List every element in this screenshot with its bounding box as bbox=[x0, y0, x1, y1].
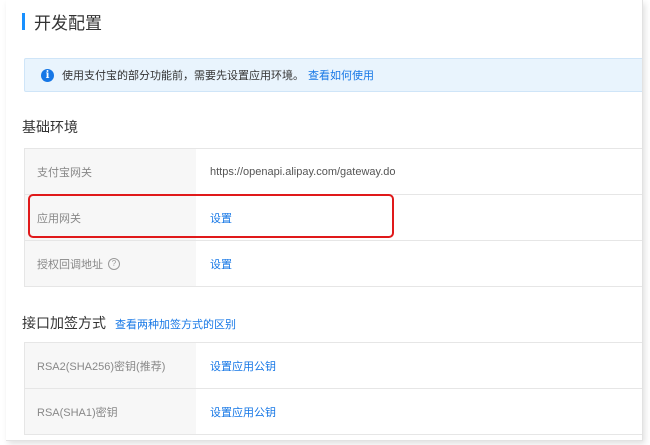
page-title: 开发配置 bbox=[22, 9, 102, 33]
gateway-label: 支付宝网关 bbox=[24, 149, 196, 194]
auth-callback-label-text: 授权回调地址 bbox=[37, 258, 103, 271]
rsa-set-public-key-link[interactable]: 设置应用公钥 bbox=[196, 389, 642, 434]
info-icon: i bbox=[41, 68, 54, 82]
rsa2-set-public-key-link[interactable]: 设置应用公钥 bbox=[196, 343, 642, 388]
title-accent-bar bbox=[22, 12, 25, 30]
table-row: 支付宝网关 https://openapi.alipay.com/gateway… bbox=[24, 149, 642, 195]
rsa2-label: RSA2(SHA256)密钥(推荐) bbox=[24, 343, 196, 388]
gateway-value: https://openapi.alipay.com/gateway.do bbox=[210, 165, 396, 178]
page-title-text: 开发配置 bbox=[34, 13, 102, 33]
how-to-use-link[interactable]: 查看如何使用 bbox=[308, 67, 374, 83]
app-gateway-set-link[interactable]: 设置 bbox=[196, 195, 642, 240]
basic-env-heading: 基础环境 bbox=[22, 117, 78, 137]
rsa-label: RSA(SHA1)密钥 bbox=[24, 389, 196, 434]
auth-callback-label: 授权回调地址 ? bbox=[24, 241, 196, 286]
table-row: 应用网关 设置 bbox=[24, 195, 642, 241]
signing-diff-link[interactable]: 查看两种加签方式的区别 bbox=[115, 316, 236, 332]
basic-env-title: 基础环境 bbox=[22, 119, 78, 135]
notice-banner: i 使用支付宝的部分功能前，需要先设置应用环境。 查看如何使用 bbox=[24, 58, 642, 92]
app-gateway-label: 应用网关 bbox=[24, 195, 196, 240]
signing-title: 接口加签方式 bbox=[22, 315, 106, 331]
auth-callback-set-link[interactable]: 设置 bbox=[196, 241, 642, 286]
table-row: 授权回调地址 ? 设置 bbox=[24, 241, 642, 287]
notice-text: 使用支付宝的部分功能前，需要先设置应用环境。 bbox=[62, 70, 304, 82]
basic-env-table: 支付宝网关 https://openapi.alipay.com/gateway… bbox=[24, 148, 642, 287]
table-row: RSA(SHA1)密钥 设置应用公钥 bbox=[24, 389, 642, 435]
signing-table: RSA2(SHA256)密钥(推荐) 设置应用公钥 RSA(SHA1)密钥 设置… bbox=[24, 342, 642, 435]
dev-config-panel: 开发配置 i 使用支付宝的部分功能前，需要先设置应用环境。 查看如何使用 基础环… bbox=[6, 0, 643, 441]
help-icon[interactable]: ? bbox=[108, 257, 120, 270]
table-row: RSA2(SHA256)密钥(推荐) 设置应用公钥 bbox=[24, 343, 642, 389]
signing-heading: 接口加签方式 查看两种加签方式的区别 bbox=[22, 313, 236, 333]
